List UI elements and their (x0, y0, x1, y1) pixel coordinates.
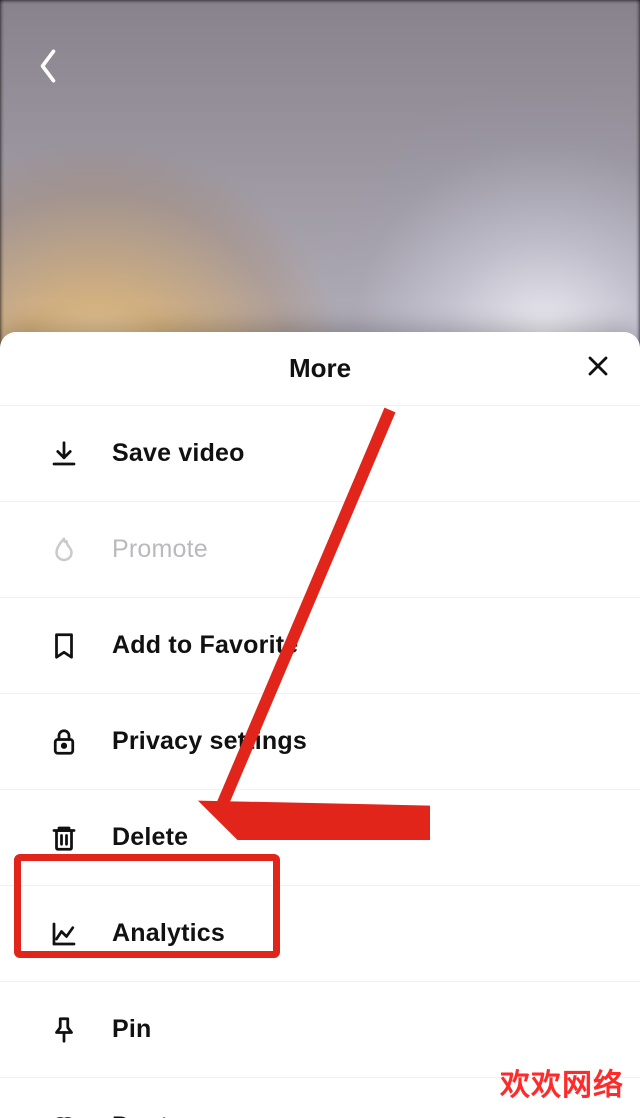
close-icon (586, 354, 610, 383)
menu-item-label: Analytics (112, 919, 225, 948)
back-button[interactable] (24, 44, 72, 92)
menu-item-label: Save video (112, 439, 245, 468)
menu-item-delete[interactable]: Delete (0, 790, 640, 886)
watermark-text: 欢欢网络 (500, 1060, 624, 1104)
menu-item-label: Duet (112, 1112, 168, 1118)
chevron-left-icon (37, 46, 59, 91)
sheet-title: More (289, 353, 351, 384)
menu-item-save-video[interactable]: Save video (0, 406, 640, 502)
menu-item-privacy-settings[interactable]: Privacy settings (0, 694, 640, 790)
menu-item-label: Pin (112, 1015, 152, 1044)
menu-item-label: Delete (112, 823, 188, 852)
bookmark-icon (44, 626, 84, 666)
menu-item-label: Promote (112, 535, 208, 564)
menu-item-promote[interactable]: Promote (0, 502, 640, 598)
menu-item-label: Add to Favorite (112, 631, 298, 660)
menu-item-add-favorite[interactable]: Add to Favorite (0, 598, 640, 694)
close-button[interactable] (576, 347, 620, 391)
pin-icon (44, 1010, 84, 1050)
more-options-sheet: More Save video Promote Add to Favorite (0, 332, 640, 1118)
menu-item-label: Privacy settings (112, 727, 307, 756)
analytics-icon (44, 914, 84, 954)
flame-icon (44, 530, 84, 570)
download-icon (44, 434, 84, 474)
trash-icon (44, 818, 84, 858)
sheet-header: More (0, 332, 640, 406)
menu-item-analytics[interactable]: Analytics (0, 886, 640, 982)
lock-icon (44, 722, 84, 762)
duet-icon (44, 1106, 84, 1118)
menu-list: Save video Promote Add to Favorite Priva… (0, 406, 640, 1118)
